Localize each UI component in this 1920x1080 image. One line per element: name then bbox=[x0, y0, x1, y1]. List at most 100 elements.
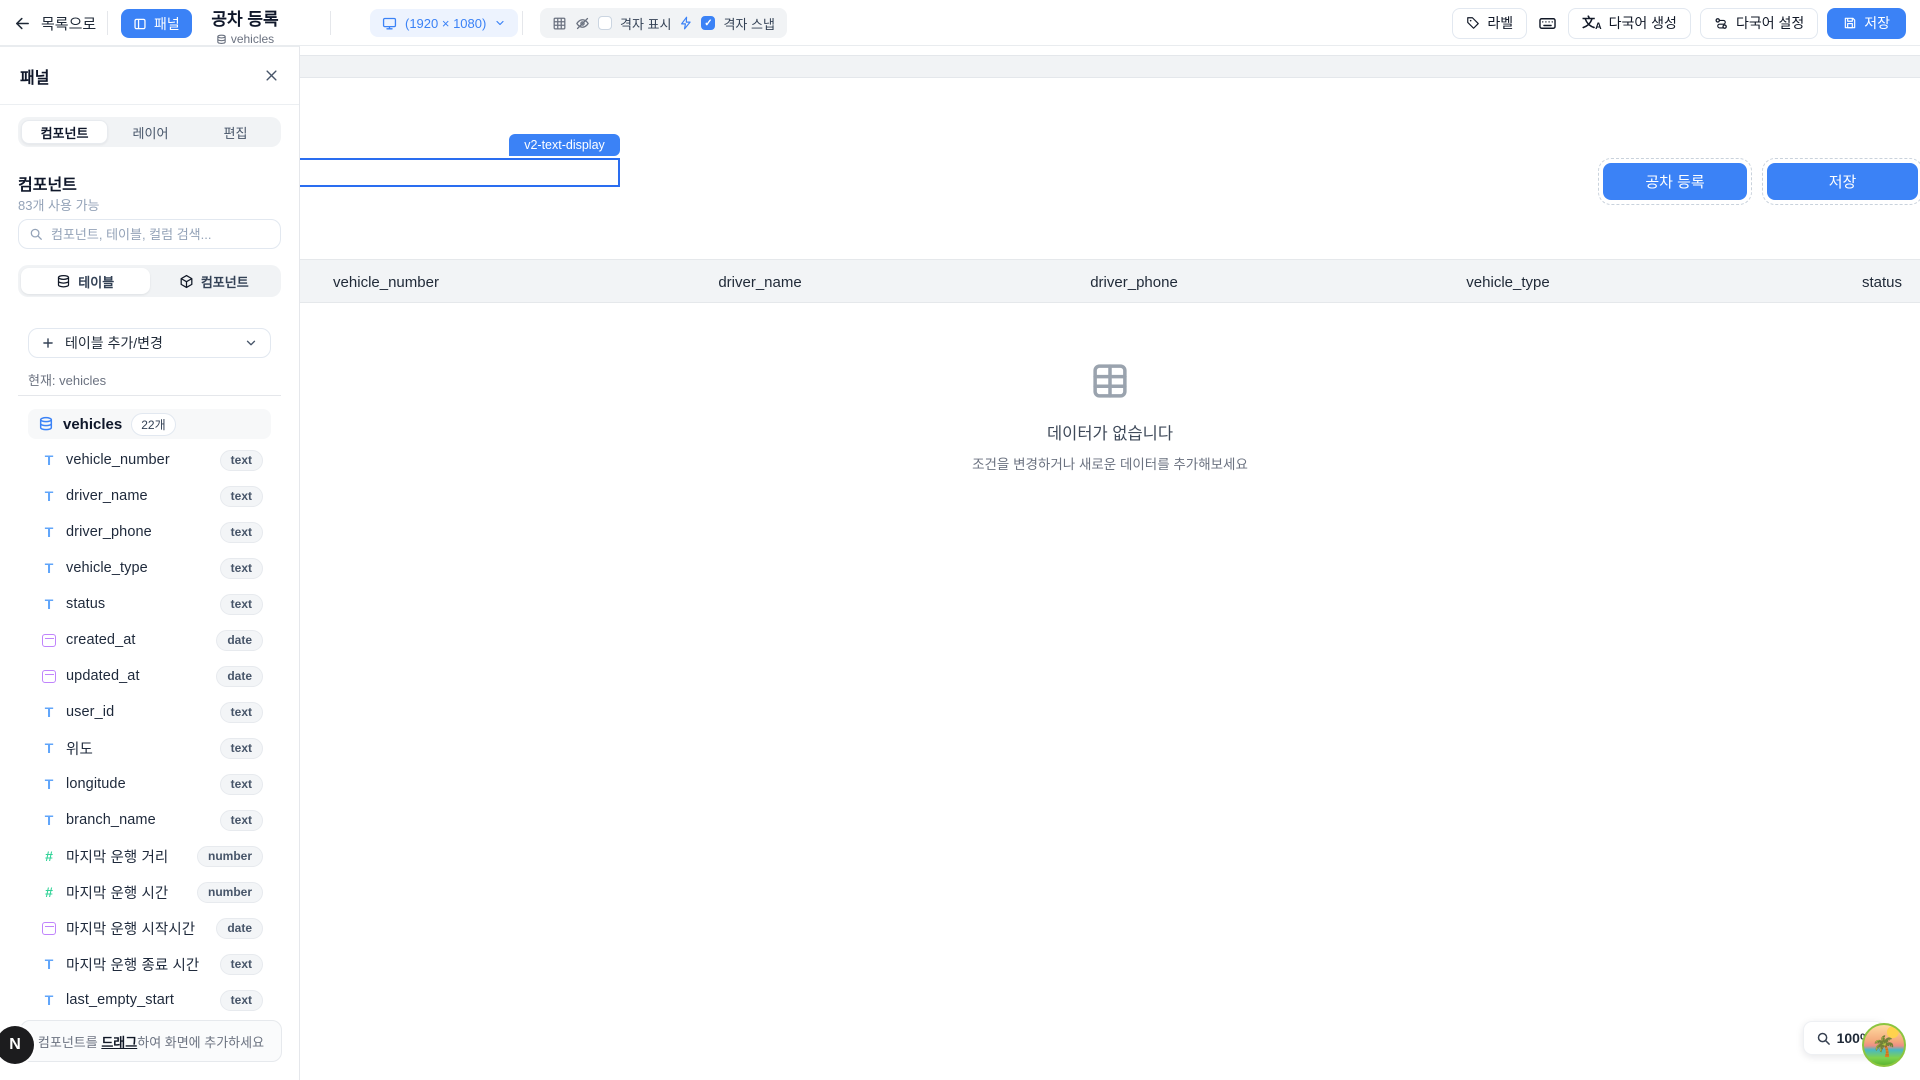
toolbar-divider bbox=[330, 11, 331, 35]
field-list-item[interactable]: status text bbox=[28, 586, 271, 622]
field-type-badge: text bbox=[220, 774, 263, 795]
mode-component-button[interactable]: 컴포넌트 bbox=[150, 268, 279, 294]
label-button[interactable]: 라벨 bbox=[1452, 8, 1527, 39]
component-search-input[interactable] bbox=[51, 227, 270, 242]
field-type-icon bbox=[42, 705, 56, 719]
keyboard-shortcuts-button[interactable] bbox=[1536, 14, 1559, 33]
field-type-badge: text bbox=[220, 486, 263, 507]
field-list-item[interactable]: vehicle_type text bbox=[28, 550, 271, 586]
field-type-badge: text bbox=[220, 558, 263, 579]
page-title-block: 공차 등록 vehicles bbox=[190, 5, 300, 46]
field-type-badge: date bbox=[216, 918, 263, 939]
save-button[interactable]: 저장 bbox=[1827, 8, 1906, 39]
palm-tree-icon: 🌴 bbox=[1872, 1037, 1897, 1057]
field-name: last_empty_start bbox=[66, 992, 210, 1008]
table-column-header[interactable]: driver_name bbox=[573, 260, 947, 304]
panel-header: 패널 bbox=[0, 47, 299, 105]
save-button-label: 저장 bbox=[1864, 13, 1890, 33]
field-list-item[interactable]: created_at date bbox=[28, 622, 271, 658]
component-panel: 패널 컴포넌트 레이어 편집 컴포넌트 83개 사용 가능 bbox=[0, 46, 300, 1080]
chevron-down-icon bbox=[244, 336, 258, 350]
field-name: vehicle_type bbox=[66, 560, 210, 576]
empty-state-subtitle: 조건을 변경하거나 새로운 데이터를 추가해보세요 bbox=[300, 453, 1920, 473]
components-available-count: 83개 사용 가능 bbox=[18, 195, 99, 214]
field-type-icon bbox=[42, 525, 56, 539]
field-list-item[interactable]: vehicle_number text bbox=[28, 442, 271, 478]
table-column-header[interactable]: status bbox=[1695, 260, 1920, 304]
workflow-settings-icon bbox=[1714, 16, 1729, 31]
tab-components[interactable]: 컴포넌트 bbox=[21, 120, 108, 144]
screen-size-selector[interactable]: (1920 × 1080) bbox=[370, 9, 518, 37]
field-list-item[interactable]: longitude text bbox=[28, 766, 271, 802]
field-name: 위도 bbox=[66, 738, 210, 759]
page-title: 공차 등록 bbox=[190, 5, 300, 30]
mode-table-label: 테이블 bbox=[78, 272, 114, 291]
toggle-panel-button[interactable]: 패널 bbox=[121, 9, 192, 38]
drag-hint-text-suffix: 하여 화면에 추가하세요 bbox=[137, 1035, 264, 1050]
grid-snap-checkbox[interactable]: ✓ bbox=[701, 16, 715, 30]
field-list-item[interactable]: updated_at date bbox=[28, 658, 271, 694]
panel-mode-switch: 테이블 컴포넌트 bbox=[18, 265, 281, 297]
panel-divider bbox=[18, 395, 281, 396]
field-type-icon bbox=[42, 741, 56, 755]
field-list-item[interactable]: 마지막 운행 종료 시간 text bbox=[28, 946, 271, 982]
field-name: updated_at bbox=[66, 668, 206, 684]
back-label: 목록으로 bbox=[41, 13, 96, 34]
island-sticker-badge[interactable]: 🌴 bbox=[1862, 1023, 1906, 1067]
component-search[interactable] bbox=[18, 219, 281, 249]
panel-button-label: 패널 bbox=[154, 14, 180, 34]
field-type-badge: date bbox=[216, 666, 263, 687]
panel-icon bbox=[133, 17, 147, 31]
database-icon bbox=[38, 416, 54, 432]
canvas-save-button[interactable]: 저장 bbox=[1767, 163, 1918, 200]
grid-show-checkbox[interactable] bbox=[598, 16, 612, 30]
field-type-badge: number bbox=[197, 882, 263, 903]
components-section-title: 컴포넌트 bbox=[18, 171, 77, 195]
i18n-settings-button[interactable]: 다국어 설정 bbox=[1700, 8, 1818, 39]
field-type-icon bbox=[42, 885, 56, 899]
field-list-item[interactable]: driver_phone text bbox=[28, 514, 271, 550]
mode-table-button[interactable]: 테이블 bbox=[21, 268, 150, 294]
field-type-icon bbox=[42, 777, 56, 791]
panel-title: 패널 bbox=[20, 64, 49, 88]
drag-hint-bar: 컴포넌트를 드래그하여 화면에 추가하세요 bbox=[20, 1020, 282, 1062]
subtitle-table-name: vehicles bbox=[231, 32, 274, 46]
tag-icon bbox=[1466, 16, 1480, 30]
field-type-icon bbox=[42, 670, 56, 683]
panel-close-button[interactable] bbox=[260, 64, 283, 87]
field-type-icon bbox=[42, 453, 56, 467]
field-list-item[interactable]: user_id text bbox=[28, 694, 271, 730]
tab-layers[interactable]: 레이어 bbox=[108, 120, 193, 144]
field-type-icon bbox=[42, 849, 56, 863]
back-to-list-button[interactable]: 목록으로 bbox=[14, 0, 96, 46]
table-vehicles-row[interactable]: vehicles 22개 bbox=[28, 409, 271, 439]
field-type-badge: text bbox=[220, 738, 263, 759]
field-type-badge: text bbox=[220, 990, 263, 1011]
field-type-icon bbox=[42, 957, 56, 971]
table-column-header[interactable]: driver_phone bbox=[947, 260, 1321, 304]
field-list-item[interactable]: 마지막 운행 거리 number bbox=[28, 838, 271, 874]
field-list-item[interactable]: driver_name text bbox=[28, 478, 271, 514]
field-list-item[interactable]: last_empty_start text bbox=[28, 982, 271, 1018]
canvas-register-button[interactable]: 공차 등록 bbox=[1603, 163, 1747, 200]
add-change-table-button[interactable]: 테이블 추가/변경 bbox=[28, 328, 271, 358]
tab-edit[interactable]: 편집 bbox=[193, 120, 278, 144]
floppy-save-icon bbox=[1843, 16, 1857, 30]
monitor-icon bbox=[382, 16, 397, 31]
field-type-icon bbox=[42, 813, 56, 827]
table-column-header[interactable]: vehicle_type bbox=[1321, 260, 1695, 304]
field-list-item[interactable]: 위도 text bbox=[28, 730, 271, 766]
field-type-badge: text bbox=[220, 702, 263, 723]
table-column-count-badge: 22개 bbox=[131, 413, 175, 436]
field-list-item[interactable]: 마지막 운행 시작시간 date bbox=[28, 910, 271, 946]
field-list-item[interactable]: 마지막 운행 시간 number bbox=[28, 874, 271, 910]
table-name: vehicles bbox=[63, 416, 122, 433]
field-list-item[interactable]: branch_name text bbox=[28, 802, 271, 838]
field-name: 마지막 운행 시간 bbox=[66, 882, 187, 903]
field-type-badge: text bbox=[220, 594, 263, 615]
field-name: 마지막 운행 거리 bbox=[66, 846, 187, 867]
i18n-generate-button[interactable]: 文A 다국어 생성 bbox=[1568, 8, 1691, 39]
empty-state-title: 데이터가 없습니다 bbox=[300, 420, 1920, 444]
plus-icon bbox=[41, 336, 55, 350]
grid-snap-label: 격자 스냅 bbox=[723, 14, 774, 33]
